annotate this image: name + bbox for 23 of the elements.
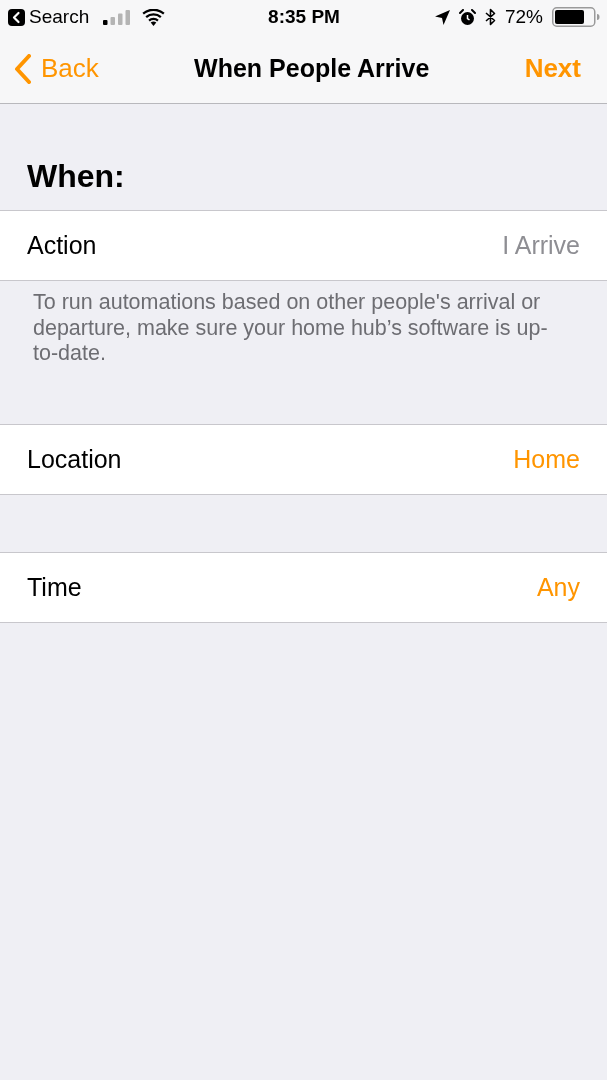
settings-row[interactable]: Time Any — [0, 551, 607, 623]
settings-row[interactable]: Action I Arrive — [0, 210, 607, 281]
row-value: Home — [513, 444, 580, 474]
chevron-left-icon — [14, 53, 31, 84]
row-label: Action — [27, 231, 97, 260]
signal-icon — [103, 9, 131, 25]
alarm-clock-icon — [458, 8, 476, 26]
bluetooth-icon — [484, 8, 496, 26]
clock-time: 8:35 PM — [268, 6, 340, 28]
battery-icon — [552, 7, 600, 27]
row-label: Time — [27, 572, 82, 602]
wifi-icon — [142, 8, 166, 26]
row-label: Location — [27, 444, 122, 474]
battery-percentage: 72% — [504, 6, 543, 28]
row-value: I Arrive — [502, 231, 580, 260]
section-footer-note: To run automations based on other people's arrival or departure, make sure your home hub’s software is up-to-date. — [32, 289, 549, 367]
back-to-app-button[interactable]: Search — [8, 6, 90, 28]
section-header: When: — [27, 158, 125, 195]
chevron-left-icon — [8, 8, 25, 26]
location-arrow-icon — [434, 9, 450, 25]
screen-title: When People Arrive — [194, 54, 430, 83]
settings-row[interactable]: Location Home — [0, 423, 607, 495]
row-value: Any — [536, 572, 580, 602]
